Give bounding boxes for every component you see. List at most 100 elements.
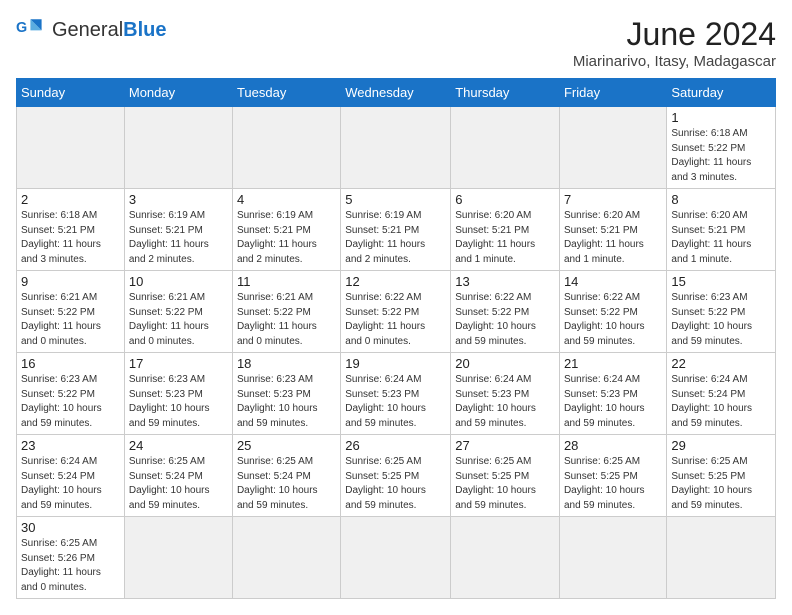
day-info: Sunrise: 6:20 AM Sunset: 5:21 PM Dayligh…	[455, 209, 555, 267]
day-number: 11	[237, 274, 336, 289]
day-info: Sunrise: 6:25 AM Sunset: 5:26 PM Dayligh…	[21, 537, 120, 595]
day-number: 5	[345, 192, 446, 207]
weekday-header-sunday: Sunday	[17, 79, 125, 107]
logo-text: GeneralBlue	[52, 19, 167, 41]
calendar-cell	[124, 107, 232, 189]
calendar-week-row: 30 Sunrise: 6:25 AM Sunset: 5:26 PM Dayli…	[17, 517, 776, 599]
weekday-header-monday: Monday	[124, 79, 232, 107]
day-number: 16	[21, 356, 120, 371]
day-number: 3	[129, 192, 228, 207]
day-number: 7	[564, 192, 662, 207]
calendar-cell: 21Sunrise: 6:24 AM Sunset: 5:23 PM Dayli…	[559, 353, 666, 435]
day-info: Sunrise: 6:22 AM Sunset: 5:22 PM Dayligh…	[345, 291, 446, 349]
weekday-header-friday: Friday	[559, 79, 666, 107]
day-number: 14	[564, 274, 662, 289]
calendar-cell: 17Sunrise: 6:23 AM Sunset: 5:23 PM Dayli…	[124, 353, 232, 435]
weekday-header-thursday: Thursday	[451, 79, 560, 107]
day-info: Sunrise: 6:25 AM Sunset: 5:24 PM Dayligh…	[237, 455, 336, 513]
day-info: Sunrise: 6:24 AM Sunset: 5:24 PM Dayligh…	[671, 373, 771, 431]
day-number: 27	[455, 438, 555, 453]
day-number: 24	[129, 438, 228, 453]
calendar-cell: 8 Sunrise: 6:20 AM Sunset: 5:21 PM Daylig…	[667, 189, 776, 271]
day-info: Sunrise: 6:24 AM Sunset: 5:23 PM Dayligh…	[455, 373, 555, 431]
calendar-cell: 10 Sunrise: 6:21 AM Sunset: 5:22 PM Dayli…	[124, 271, 232, 353]
day-info: Sunrise: 6:20 AM Sunset: 5:21 PM Dayligh…	[564, 209, 662, 267]
day-info: Sunrise: 6:23 AM Sunset: 5:23 PM Dayligh…	[237, 373, 336, 431]
day-number: 29	[671, 438, 771, 453]
calendar-cell	[559, 107, 666, 189]
calendar-cell: 7 Sunrise: 6:20 AM Sunset: 5:21 PM Daylig…	[559, 189, 666, 271]
calendar-week-row: 1 Sunrise: 6:18 AM Sunset: 5:22 PM Daylig…	[17, 107, 776, 189]
calendar-week-row: 2 Sunrise: 6:18 AM Sunset: 5:21 PM Daylig…	[17, 189, 776, 271]
calendar-cell: 4 Sunrise: 6:19 AM Sunset: 5:21 PM Daylig…	[232, 189, 340, 271]
calendar-cell: 13 Sunrise: 6:22 AM Sunset: 5:22 PM Dayli…	[451, 271, 560, 353]
day-number: 22	[671, 356, 771, 371]
day-number: 8	[671, 192, 771, 207]
weekday-header-saturday: Saturday	[667, 79, 776, 107]
calendar-cell: 20 Sunrise: 6:24 AM Sunset: 5:23 PM Dayli…	[451, 353, 560, 435]
calendar-cell	[451, 107, 560, 189]
day-number: 28	[564, 438, 662, 453]
day-info: Sunrise: 6:25 AM Sunset: 5:25 PM Dayligh…	[345, 455, 446, 513]
calendar-week-row: 23 Sunrise: 6:24 AM Sunset: 5:24 PM Dayli…	[17, 435, 776, 517]
calendar-cell	[17, 107, 125, 189]
day-info: Sunrise: 6:21 AM Sunset: 5:22 PM Dayligh…	[129, 291, 228, 349]
calendar-cell	[341, 517, 451, 599]
calendar-cell: 14 Sunrise: 6:22 AM Sunset: 5:22 PM Dayli…	[559, 271, 666, 353]
day-info: Sunrise: 6:18 AM Sunset: 5:22 PM Dayligh…	[671, 127, 771, 185]
day-number: 9	[21, 274, 120, 289]
calendar-cell: 16 Sunrise: 6:23 AM Sunset: 5:22 PM Dayli…	[17, 353, 125, 435]
day-number: 10	[129, 274, 228, 289]
day-info: Sunrise: 6:20 AM Sunset: 5:21 PM Dayligh…	[671, 209, 771, 267]
calendar-cell: 23 Sunrise: 6:24 AM Sunset: 5:24 PM Dayli…	[17, 435, 125, 517]
calendar-cell: 1 Sunrise: 6:18 AM Sunset: 5:22 PM Daylig…	[667, 107, 776, 189]
calendar-week-row: 16 Sunrise: 6:23 AM Sunset: 5:22 PM Dayli…	[17, 353, 776, 435]
day-info: Sunrise: 6:25 AM Sunset: 5:25 PM Dayligh…	[671, 455, 771, 513]
day-number: 13	[455, 274, 555, 289]
calendar-header-row: SundayMondayTuesdayWednesdayThursdayFrid…	[17, 79, 776, 107]
day-number: 4	[237, 192, 336, 207]
day-number: 17	[129, 356, 228, 371]
day-info: Sunrise: 6:25 AM Sunset: 5:25 PM Dayligh…	[455, 455, 555, 513]
day-info: Sunrise: 6:19 AM Sunset: 5:21 PM Dayligh…	[129, 209, 228, 267]
calendar-cell: 19 Sunrise: 6:24 AM Sunset: 5:23 PM Dayli…	[341, 353, 451, 435]
day-number: 30	[21, 520, 120, 535]
day-number: 23	[21, 438, 120, 453]
calendar-cell: 2 Sunrise: 6:18 AM Sunset: 5:21 PM Daylig…	[17, 189, 125, 271]
month-title: June 2024	[573, 16, 776, 53]
calendar-cell: 18Sunrise: 6:23 AM Sunset: 5:23 PM Dayli…	[232, 353, 340, 435]
day-number: 12	[345, 274, 446, 289]
day-number: 20	[455, 356, 555, 371]
calendar-cell: 5Sunrise: 6:19 AM Sunset: 5:21 PM Daylig…	[341, 189, 451, 271]
day-info: Sunrise: 6:24 AM Sunset: 5:23 PM Dayligh…	[345, 373, 446, 431]
day-info: Sunrise: 6:18 AM Sunset: 5:21 PM Dayligh…	[21, 209, 120, 267]
svg-text:G: G	[16, 20, 27, 36]
day-number: 19	[345, 356, 446, 371]
day-number: 2	[21, 192, 120, 207]
page-header: G GeneralBlue June 2024 Miarinarivo, Ita…	[16, 16, 776, 70]
calendar-cell: 26 Sunrise: 6:25 AM Sunset: 5:25 PM Dayli…	[341, 435, 451, 517]
calendar-cell	[451, 517, 560, 599]
location: Miarinarivo, Itasy, Madagascar	[573, 53, 776, 70]
calendar-cell: 11 Sunrise: 6:21 AM Sunset: 5:22 PM Dayli…	[232, 271, 340, 353]
day-info: Sunrise: 6:21 AM Sunset: 5:22 PM Dayligh…	[237, 291, 336, 349]
day-info: Sunrise: 6:23 AM Sunset: 5:22 PM Dayligh…	[671, 291, 771, 349]
calendar-week-row: 9 Sunrise: 6:21 AM Sunset: 5:22 PM Daylig…	[17, 271, 776, 353]
day-number: 1	[671, 110, 771, 125]
day-info: Sunrise: 6:23 AM Sunset: 5:22 PM Dayligh…	[21, 373, 120, 431]
calendar-table: SundayMondayTuesdayWednesdayThursdayFrid…	[16, 78, 776, 599]
day-info: Sunrise: 6:22 AM Sunset: 5:22 PM Dayligh…	[455, 291, 555, 349]
day-number: 26	[345, 438, 446, 453]
calendar-cell	[341, 107, 451, 189]
calendar-cell: 25 Sunrise: 6:25 AM Sunset: 5:24 PM Dayli…	[232, 435, 340, 517]
day-info: Sunrise: 6:24 AM Sunset: 5:24 PM Dayligh…	[21, 455, 120, 513]
day-number: 25	[237, 438, 336, 453]
weekday-header-wednesday: Wednesday	[341, 79, 451, 107]
day-info: Sunrise: 6:19 AM Sunset: 5:21 PM Dayligh…	[237, 209, 336, 267]
day-info: Sunrise: 6:25 AM Sunset: 5:24 PM Dayligh…	[129, 455, 228, 513]
calendar-cell	[124, 517, 232, 599]
logo: G GeneralBlue	[16, 16, 167, 44]
calendar-cell	[232, 517, 340, 599]
day-number: 15	[671, 274, 771, 289]
day-info: Sunrise: 6:22 AM Sunset: 5:22 PM Dayligh…	[564, 291, 662, 349]
